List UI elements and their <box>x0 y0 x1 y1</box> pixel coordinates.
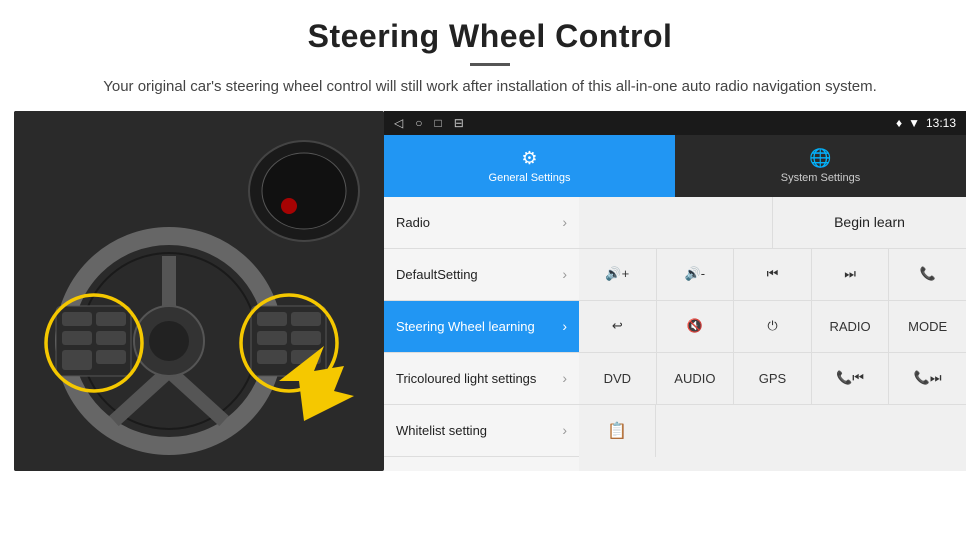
call-next-button[interactable]: 📞⏭ <box>889 353 966 404</box>
chevron-icon-whitelist: › <box>562 422 567 438</box>
chevron-icon-steering: › <box>562 318 567 334</box>
square-status-icon: □ <box>434 116 441 130</box>
status-bar-right: ♦ ▼ 13:13 <box>896 116 956 130</box>
phone-icon: 📞 <box>920 266 936 282</box>
title-divider <box>470 63 510 66</box>
status-bar-left: ◁ ○ □ ⊟ <box>394 116 464 130</box>
status-bar: ◁ ○ □ ⊟ ♦ ▼ 13:13 <box>384 111 966 135</box>
back-button[interactable]: ↩ <box>579 301 657 352</box>
menu-item-steering-wheel[interactable]: Steering Wheel learning › <box>384 301 579 353</box>
prev-button[interactable]: ⏮ <box>734 249 812 300</box>
button-row-1: Begin learn <box>579 197 966 249</box>
tab-system-settings[interactable]: 🌐 System Settings <box>675 135 966 197</box>
prev-icon: ⏮ <box>767 266 779 282</box>
next-button[interactable]: ⏭ <box>812 249 890 300</box>
tab-general-settings[interactable]: ⚙ General Settings <box>384 135 675 197</box>
clock: 13:13 <box>926 116 956 130</box>
menu-item-radio[interactable]: Radio › <box>384 197 579 249</box>
radio-button[interactable]: RADIO <box>812 301 890 352</box>
button-row-5: 📋 <box>579 405 966 457</box>
vol-down-button[interactable]: 🔊- <box>657 249 735 300</box>
button-row-4: DVD AUDIO GPS 📞⏮ 📞⏭ <box>579 353 966 405</box>
radio-label: RADIO <box>829 319 870 334</box>
right-buttons-panel: Begin learn 🔊+ 🔊- ⏮ ⏭ <box>579 197 966 471</box>
general-settings-icon: ⚙ <box>521 148 537 169</box>
chevron-icon-tricoloured: › <box>562 370 567 386</box>
signal-icon: ▼ <box>908 116 920 130</box>
button-row-2: 🔊+ 🔊- ⏮ ⏭ 📞 <box>579 249 966 301</box>
begin-learn-button[interactable]: Begin learn <box>772 197 966 248</box>
back-icon: ↩ <box>612 318 623 334</box>
menu-item-defaultsetting-label: DefaultSetting <box>396 267 562 282</box>
call-prev-button[interactable]: 📞⏮ <box>812 353 890 404</box>
audio-label: AUDIO <box>674 371 715 386</box>
menu-item-defaultsetting[interactable]: DefaultSetting › <box>384 249 579 301</box>
page-title: Steering Wheel Control <box>60 18 920 55</box>
menu-item-whitelist-label: Whitelist setting <box>396 423 562 438</box>
main-content: ◁ ○ □ ⊟ ♦ ▼ 13:13 ⚙ General Settings 🌐 S… <box>14 111 966 471</box>
audio-button[interactable]: AUDIO <box>657 353 735 404</box>
vol-down-icon: 🔊- <box>685 266 706 282</box>
vol-up-icon: 🔊+ <box>605 266 629 282</box>
power-button[interactable]: ⏻ <box>734 301 812 352</box>
mode-label: MODE <box>908 319 947 334</box>
next-icon: ⏭ <box>844 266 856 282</box>
vol-up-button[interactable]: 🔊+ <box>579 249 657 300</box>
dvd-label: DVD <box>604 371 631 386</box>
list-icon: 📋 <box>607 421 627 441</box>
phone-button[interactable]: 📞 <box>889 249 966 300</box>
tab-system-label: System Settings <box>781 172 860 184</box>
call-prev-icon: 📞⏮ <box>836 370 864 386</box>
home-status-icon: ○ <box>415 116 422 130</box>
tab-general-label: General Settings <box>489 172 571 184</box>
menu-item-tricoloured[interactable]: Tricoloured light settings › <box>384 353 579 405</box>
mode-button[interactable]: MODE <box>889 301 966 352</box>
ui-panel: ◁ ○ □ ⊟ ♦ ▼ 13:13 ⚙ General Settings 🌐 S… <box>384 111 966 471</box>
left-menu: Radio › DefaultSetting › Steering Wheel … <box>384 197 579 471</box>
car-image <box>14 111 384 471</box>
chevron-icon-defaultsetting: › <box>562 266 567 282</box>
menu-item-steering-label: Steering Wheel learning <box>396 319 562 334</box>
list-button[interactable]: 📋 <box>579 405 656 457</box>
gps-button[interactable]: GPS <box>734 353 812 404</box>
location-icon: ♦ <box>896 116 902 130</box>
mute-icon: 🔇 <box>687 318 703 334</box>
button-row-3: ↩ 🔇 ⏻ RADIO MODE <box>579 301 966 353</box>
dvd-button[interactable]: DVD <box>579 353 657 404</box>
system-settings-icon: 🌐 <box>809 148 831 169</box>
gps-label: GPS <box>759 371 786 386</box>
call-next-icon: 📞⏭ <box>914 370 942 386</box>
chevron-icon-radio: › <box>562 214 567 230</box>
back-status-icon: ◁ <box>394 116 403 130</box>
menu-item-whitelist[interactable]: Whitelist setting › <box>384 405 579 457</box>
tab-bar: ⚙ General Settings 🌐 System Settings <box>384 135 966 197</box>
empty-space <box>579 197 772 248</box>
menu-item-tricoloured-label: Tricoloured light settings <box>396 371 562 386</box>
menu-status-icon: ⊟ <box>454 116 464 130</box>
page-header: Steering Wheel Control Your original car… <box>0 0 980 111</box>
panel-body: Radio › DefaultSetting › Steering Wheel … <box>384 197 966 471</box>
mute-button[interactable]: 🔇 <box>657 301 735 352</box>
menu-item-radio-label: Radio <box>396 215 562 230</box>
page-description: Your original car's steering wheel contr… <box>60 76 920 99</box>
power-icon: ⏻ <box>767 318 777 334</box>
